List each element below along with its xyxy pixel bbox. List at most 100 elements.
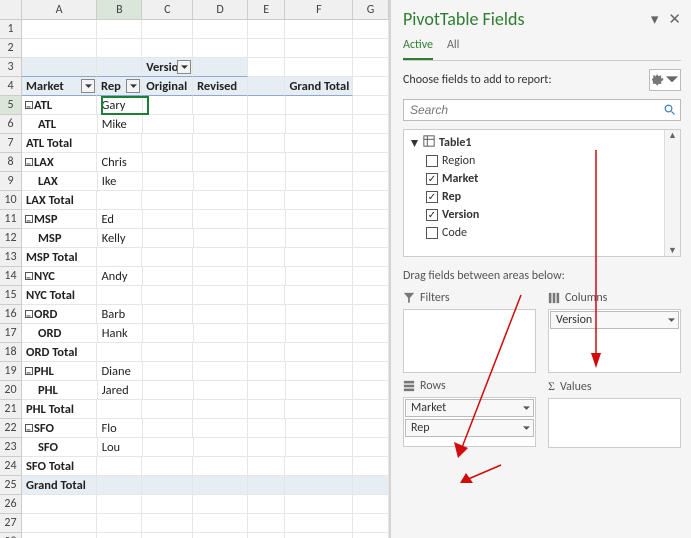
pivot-market-cell: ORD (22, 324, 98, 343)
column-headers: A B C D E F G (22, 0, 389, 20)
search-icon (664, 104, 676, 116)
row-header-4[interactable]: 4 (0, 77, 22, 96)
tools-button[interactable] (649, 69, 681, 91)
row-header-19[interactable]: 19 (0, 362, 22, 381)
version-filter-dropdown[interactable] (177, 60, 191, 74)
row-header-1[interactable]: 1 (0, 20, 22, 39)
field-label: Market (442, 172, 478, 186)
row-header-14[interactable]: 14 (0, 267, 22, 286)
chevron-down-icon (523, 406, 530, 411)
row-header-16[interactable]: 16 (0, 305, 22, 324)
chip-version[interactable]: Version (550, 311, 679, 329)
field-market[interactable]: Market (408, 170, 680, 188)
pivot-rep-cell: Mike (98, 115, 143, 134)
checkbox-market[interactable] (426, 173, 438, 185)
collapse-toggle-icon[interactable] (410, 139, 419, 148)
checkbox-code[interactable] (426, 227, 438, 239)
row-header-9[interactable]: 9 (0, 172, 22, 191)
search-input[interactable] (403, 99, 681, 121)
field-version[interactable]: Version (408, 206, 680, 224)
cell-area[interactable]: Version Market Rep Original Revised Gran… (22, 20, 389, 538)
row-header-20[interactable]: 20 (0, 381, 22, 400)
row-header-23[interactable]: 23 (0, 438, 22, 457)
col-header-A[interactable]: A (22, 0, 97, 20)
pivot-rep-cell: Ike (98, 172, 143, 191)
col-header-D[interactable]: D (193, 0, 248, 20)
pane-close-icon[interactable]: ✕ (668, 10, 681, 29)
table-node[interactable]: Table1 (408, 134, 680, 152)
pivot-subtotal-cell: ORD Total (22, 343, 97, 362)
row-header-27[interactable]: 27 (0, 514, 22, 533)
checkbox-version[interactable] (426, 209, 438, 221)
row-header-24[interactable]: 24 (0, 457, 22, 476)
chevron-down-icon (666, 74, 678, 86)
field-label: Rep (442, 190, 461, 204)
market-header-label: Market (26, 79, 64, 94)
col-header-B[interactable]: B (97, 0, 142, 20)
field-label: Region (442, 154, 475, 168)
col-header-F[interactable]: F (285, 0, 353, 20)
select-all-corner[interactable] (0, 0, 22, 20)
columns-icon (548, 292, 560, 304)
field-list-scrollbar[interactable]: ▲▼ (664, 130, 680, 256)
pivot-market-cell: PHL (22, 381, 98, 400)
pivot-market-cell: ATL (22, 96, 97, 115)
gear-icon (652, 74, 664, 86)
rows-drop-area[interactable]: Market Rep (403, 397, 536, 447)
drag-hint: Drag fields between areas below: (403, 269, 681, 283)
row-header-2[interactable]: 2 (0, 39, 22, 58)
row-header-26[interactable]: 26 (0, 495, 22, 514)
table-icon (423, 135, 435, 151)
row-header-28[interactable]: 28 (0, 533, 22, 538)
pivot-rep-cell: Kelly (98, 229, 143, 248)
pivot-rep-cell: Andy (97, 267, 142, 286)
pane-collapse-icon[interactable]: ▾ (651, 10, 659, 29)
row-header-21[interactable]: 21 (0, 400, 22, 419)
row-header-17[interactable]: 17 (0, 324, 22, 343)
row-header-18[interactable]: 18 (0, 343, 22, 362)
row-header-7[interactable]: 7 (0, 134, 22, 153)
columns-area-label: Columns (565, 291, 607, 305)
row-header-10[interactable]: 10 (0, 191, 22, 210)
pivot-subtotal-cell: MSP Total (22, 248, 97, 267)
spreadsheet-grid[interactable]: A B C D E F G 12345678910111213141516171… (0, 0, 390, 538)
row-header-3[interactable]: 3 (0, 58, 22, 77)
row-header-8[interactable]: 8 (0, 153, 22, 172)
columns-drop-area[interactable]: Version (548, 309, 681, 373)
checkbox-region[interactable] (426, 155, 438, 167)
field-list[interactable]: Table1 Region Market Rep VersionCode ▲▼ (403, 129, 681, 257)
row-header-15[interactable]: 15 (0, 286, 22, 305)
col-header-C[interactable]: C (142, 0, 193, 20)
funnel-icon (403, 292, 415, 304)
row-header-5[interactable]: 5 (0, 96, 22, 115)
field-code[interactable]: Code (408, 224, 680, 242)
row-header-22[interactable]: 22 (0, 419, 22, 438)
row-header-12[interactable]: 12 (0, 229, 22, 248)
tab-all[interactable]: All (447, 36, 459, 60)
pane-title: PivotTable Fields (403, 8, 525, 30)
field-rep[interactable]: Rep (408, 188, 680, 206)
row-header-13[interactable]: 13 (0, 248, 22, 267)
pivot-market-cell: SFO (22, 419, 97, 438)
annotation-arrow-rep (456, 460, 506, 490)
rows-area-label: Rows (420, 379, 446, 393)
row-header-25[interactable]: 25 (0, 476, 22, 495)
pivot-rep-cell: Jared (98, 381, 143, 400)
filters-drop-area[interactable] (403, 309, 536, 373)
row-header-11[interactable]: 11 (0, 210, 22, 229)
pivot-market-cell: MSP (22, 210, 97, 229)
chip-market[interactable]: Market (405, 399, 534, 417)
field-region[interactable]: Region (408, 152, 680, 170)
chip-rep[interactable]: Rep (405, 419, 534, 437)
values-drop-area[interactable] (548, 398, 681, 448)
pivot-market-cell: ORD (22, 305, 97, 324)
rep-filter-dropdown[interactable] (126, 79, 140, 93)
pivot-market-cell: PHL (22, 362, 97, 381)
col-header-E[interactable]: E (248, 0, 286, 20)
pivot-fields-pane: PivotTable Fields ▾ ✕ Active All Choose … (390, 0, 691, 538)
market-filter-dropdown[interactable] (81, 79, 95, 93)
tab-active[interactable]: Active (403, 36, 433, 60)
row-header-6[interactable]: 6 (0, 115, 22, 134)
col-header-G[interactable]: G (353, 0, 389, 20)
checkbox-rep[interactable] (426, 191, 438, 203)
